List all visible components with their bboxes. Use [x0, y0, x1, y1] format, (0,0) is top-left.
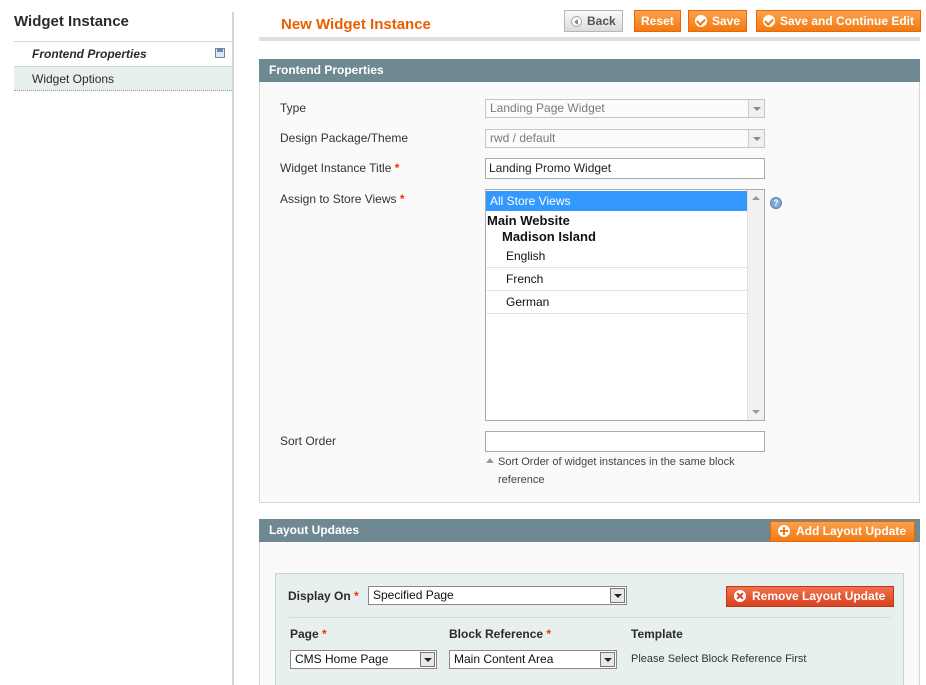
required-mark: * — [354, 589, 359, 603]
type-select: Landing Page Widget — [485, 99, 765, 118]
sort-order-input[interactable] — [485, 431, 765, 452]
plus-icon — [778, 525, 790, 537]
display-on-label-text: Display On — [288, 589, 351, 603]
sidebar: Widget Instance Frontend Properties Widg… — [0, 0, 234, 685]
type-label: Type — [280, 101, 307, 115]
chevron-down-icon — [748, 100, 764, 117]
remove-icon — [734, 590, 746, 602]
back-button[interactable]: Back — [564, 10, 623, 32]
page-title: New Widget Instance — [281, 16, 431, 33]
required-mark: * — [394, 161, 400, 175]
required-mark: * — [399, 192, 405, 206]
widget-title-input[interactable]: Landing Promo Widget — [485, 158, 765, 179]
block-reference-select[interactable]: Main Content Area — [449, 650, 617, 669]
tab-widget-options[interactable]: Widget Options — [14, 66, 234, 91]
sidebar-divider — [232, 12, 234, 685]
layout-update-divider — [289, 617, 891, 618]
scroll-up-icon[interactable] — [752, 196, 760, 200]
check-icon — [763, 15, 775, 27]
page-label: Page * — [290, 627, 327, 641]
add-layout-label: Add Layout Update — [796, 524, 906, 538]
save-label: Save — [712, 14, 741, 28]
store-views-label: Assign to Store Views * — [280, 192, 405, 206]
scrollbar[interactable] — [747, 190, 764, 420]
page-select[interactable]: CMS Home Page — [290, 650, 437, 669]
required-mark: * — [322, 627, 327, 641]
block-reference-label-text: Block Reference — [449, 627, 544, 641]
note-arrow-icon — [486, 458, 494, 463]
scroll-down-icon[interactable] — [752, 410, 760, 414]
remove-layout-label: Remove Layout Update — [752, 589, 886, 603]
sort-order-label: Sort Order — [280, 434, 337, 448]
chevron-down-icon — [748, 130, 764, 147]
optgroup-main-website: Main Website — [487, 213, 570, 228]
reset-button[interactable]: Reset — [634, 10, 681, 32]
design-value: rwd / default — [490, 131, 556, 145]
chevron-down-icon — [420, 652, 435, 667]
back-label: Back — [587, 14, 616, 28]
back-arrow-icon — [571, 16, 582, 27]
optgroup-madison-island: Madison Island — [502, 229, 596, 244]
required-mark: * — [546, 627, 552, 641]
sidebar-title: Widget Instance — [14, 13, 129, 30]
display-on-label: Display On * — [288, 589, 359, 603]
title-label-text: Widget Instance Title — [280, 161, 392, 175]
sort-order-note: Sort Order of widget instances in the sa… — [498, 456, 735, 486]
add-layout-update-button[interactable]: Add Layout Update — [770, 521, 915, 542]
frontend-properties-header: Frontend Properties — [259, 59, 920, 82]
design-label: Design Package/Theme — [280, 131, 409, 145]
option-all-store-views[interactable]: All Store Views — [486, 191, 748, 211]
type-value: Landing Page Widget — [490, 101, 605, 115]
save-icon — [215, 48, 225, 58]
save-continue-label: Save and Continue Edit — [780, 14, 915, 28]
title-label: Widget Instance Title * — [280, 161, 399, 175]
chevron-down-icon — [610, 588, 625, 603]
help-icon[interactable]: ? — [770, 197, 782, 209]
option-store-view[interactable]: German — [486, 291, 748, 314]
save-button[interactable]: Save — [688, 10, 748, 32]
tab-frontend-properties[interactable]: Frontend Properties — [14, 41, 234, 66]
header-divider — [259, 37, 920, 41]
remove-layout-update-button[interactable]: Remove Layout Update — [726, 586, 895, 607]
option-store-view[interactable]: French — [486, 268, 748, 291]
page-value: CMS Home Page — [295, 652, 389, 666]
template-label: Template — [631, 627, 683, 641]
display-on-value: Specified Page — [373, 588, 454, 602]
option-store-view[interactable]: English — [486, 245, 748, 268]
page-label-text: Page — [290, 627, 319, 641]
tab-label: Frontend Properties — [32, 47, 147, 61]
chevron-down-icon — [600, 652, 615, 667]
store-views-label-text: Assign to Store Views — [280, 192, 397, 206]
tab-label: Widget Options — [32, 72, 115, 86]
display-on-select[interactable]: Specified Page — [368, 586, 627, 605]
template-hint: Please Select Block Reference First — [631, 653, 807, 665]
design-select: rwd / default — [485, 129, 765, 148]
block-reference-value: Main Content Area — [454, 652, 554, 666]
save-and-continue-button[interactable]: Save and Continue Edit — [756, 10, 922, 32]
reset-label: Reset — [641, 14, 674, 28]
store-views-multiselect[interactable]: All Store Views Main Website Madison Isl… — [485, 189, 765, 421]
check-icon — [695, 15, 707, 27]
block-reference-label: Block Reference * — [449, 627, 551, 641]
